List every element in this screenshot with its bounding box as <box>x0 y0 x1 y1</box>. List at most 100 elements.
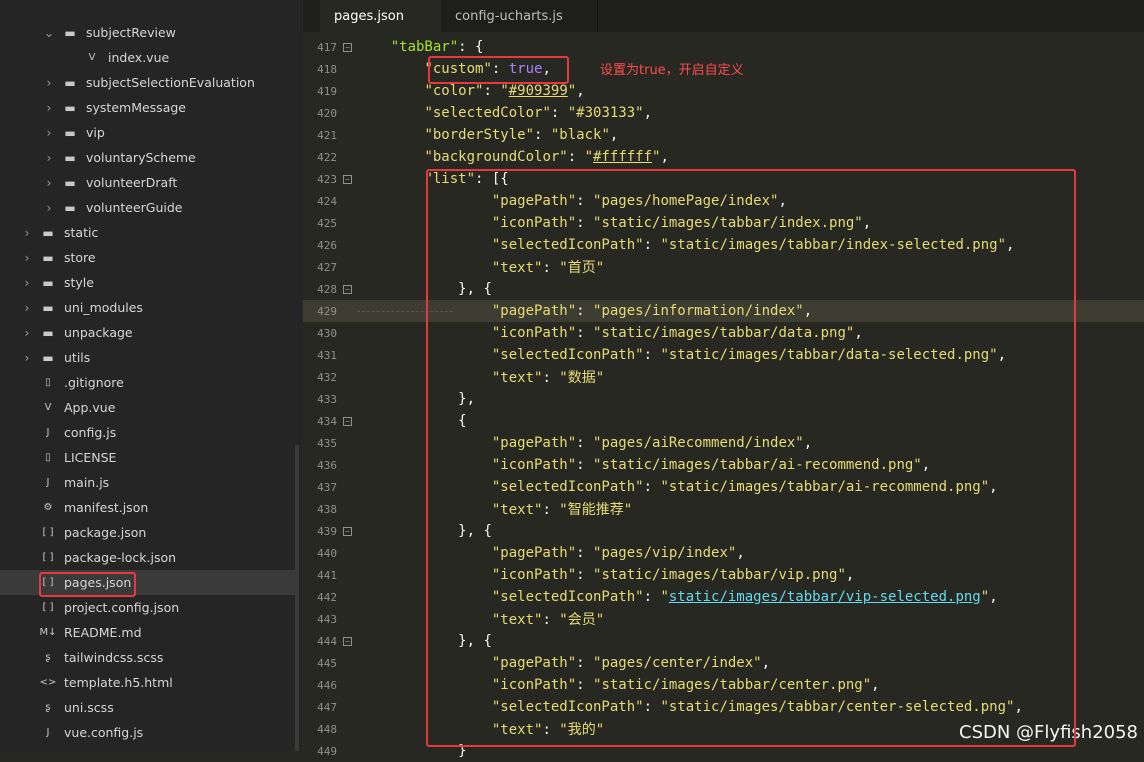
chevron-icon[interactable]: › <box>20 300 34 315</box>
code-line[interactable]: 433 }, <box>303 388 1144 410</box>
code-editor[interactable]: pages.json config-ucharts.js 417− "tabBar… <box>303 0 1144 759</box>
code-line[interactable]: 443 "text": "会员" <box>303 608 1144 630</box>
tree-item[interactable]: Jvue.config.js <box>0 720 295 745</box>
chevron-icon[interactable]: › <box>42 150 56 165</box>
chevron-icon[interactable]: › <box>20 325 34 340</box>
tree-item[interactable]: › ▬ static <box>0 220 295 245</box>
tree-item[interactable]: › ▬ unpackage <box>0 320 295 345</box>
tree-item-label: utils <box>64 350 91 365</box>
code-line[interactable]: 417− "tabBar": { <box>303 36 1144 58</box>
line-number: 435 <box>317 436 337 450</box>
tree-item[interactable]: ʂ uni.scss <box>0 695 295 720</box>
code-line[interactable]: 421 "borderStyle": "black", <box>303 124 1144 146</box>
code-line[interactable]: 423− "list": [{ <box>303 168 1144 190</box>
code-line[interactable]: 436 "iconPath": "static/images/tabbar/ai… <box>303 454 1144 476</box>
tree-item[interactable]: › ▬ voluntaryScheme <box>0 145 295 170</box>
chevron-icon[interactable]: › <box>42 100 56 115</box>
tree-item[interactable]: <> template.h5.html <box>0 670 295 695</box>
code-text: "iconPath": "static/images/tabbar/center… <box>491 677 880 693</box>
tab-config-ucharts-js[interactable]: config-ucharts.js <box>441 0 598 32</box>
fold-toggle-icon[interactable]: − <box>343 636 352 646</box>
code-line[interactable]: 428− }, { <box>303 278 1144 300</box>
tree-item[interactable]: Jmain.js <box>0 470 295 495</box>
code-line[interactable]: 424 "pagePath": "pages/homePage/index", <box>303 190 1144 212</box>
code-line[interactable]: 437 "selectedIconPath": "static/images/t… <box>303 476 1144 498</box>
tree-item[interactable]: [ ] package.json <box>0 520 295 545</box>
fold-toggle-icon[interactable]: − <box>343 526 352 536</box>
tree-item[interactable]: Jconfig.js <box>0 420 295 445</box>
code-line[interactable]: 439− }, { <box>303 520 1144 542</box>
code-line[interactable]: 419 "color": "#909399", <box>303 80 1144 102</box>
folder-icon: ▬ <box>42 225 54 240</box>
chevron-icon[interactable]: › <box>42 200 56 215</box>
code-area[interactable]: 417− "tabBar": {418 "custom": true, 419 "… <box>303 36 1144 759</box>
code-line[interactable]: 440 "pagePath": "pages/vip/index", <box>303 542 1144 564</box>
tree-item[interactable]: › ▬ style <box>0 270 295 295</box>
tree-item[interactable]: ⚙ manifest.json <box>0 495 295 520</box>
code-line[interactable]: 446 "iconPath": "static/images/tabbar/ce… <box>303 674 1144 696</box>
tree-item[interactable]: › ▬ utils <box>0 345 295 370</box>
line-number: 428 <box>317 282 337 296</box>
line-number: 423 <box>317 172 337 186</box>
fold-toggle-icon[interactable]: − <box>343 284 352 294</box>
tree-item[interactable]: [ ] project.config.json <box>0 595 295 620</box>
code-line[interactable]: 432 "text": "数据" <box>303 366 1144 388</box>
line-number: 424 <box>317 194 337 208</box>
code-line[interactable]: 442 "selectedIconPath": "static/images/t… <box>303 586 1144 608</box>
chevron-icon[interactable]: › <box>42 125 56 140</box>
tree-item[interactable]: › ▬ volunteerGuide <box>0 195 295 220</box>
code-text: "selectedIconPath": "static/images/tabba… <box>491 479 998 495</box>
code-line[interactable]: 445 "pagePath": "pages/center/index", <box>303 652 1144 674</box>
tree-item[interactable]: › ▬ vip <box>0 120 295 145</box>
chevron-icon[interactable]: › <box>42 175 56 190</box>
tree-item[interactable]: ▯ LICENSE <box>0 445 295 470</box>
code-line[interactable]: 449 } <box>303 740 1144 762</box>
code-line[interactable]: 430 "iconPath": "static/images/tabbar/da… <box>303 322 1144 344</box>
tree-item[interactable]: › ▬ store <box>0 245 295 270</box>
fold-toggle-icon[interactable]: − <box>343 416 352 426</box>
tree-item[interactable]: › ▬ volunteerDraft <box>0 170 295 195</box>
line-number: 417 <box>317 40 337 54</box>
tree-item[interactable]: ʂ tailwindcss.scss <box>0 645 295 670</box>
tree-item[interactable]: ▯ .gitignore <box>0 370 295 395</box>
code-line[interactable]: 435 "pagePath": "pages/aiRecommend/index… <box>303 432 1144 454</box>
line-number: 434 <box>317 414 337 428</box>
code-text: "custom": true, <box>424 61 551 77</box>
code-line[interactable]: 426 "selectedIconPath": "static/images/t… <box>303 234 1144 256</box>
code-line[interactable]: 429 "pagePath": "pages/information/index… <box>303 300 1144 322</box>
tree-item[interactable]: [ ] package-lock.json <box>0 545 295 570</box>
code-line[interactable]: 447 "selectedIconPath": "static/images/t… <box>303 696 1144 718</box>
code-line[interactable]: 422 "backgroundColor": "#ffffff", <box>303 146 1144 168</box>
chevron-icon[interactable]: › <box>42 75 56 90</box>
code-line[interactable]: 434− { <box>303 410 1144 432</box>
code-line[interactable]: 431 "selectedIconPath": "static/images/t… <box>303 344 1144 366</box>
fold-toggle-icon[interactable]: − <box>343 174 352 184</box>
code-line[interactable]: 441 "iconPath": "static/images/tabbar/vi… <box>303 564 1144 586</box>
sidebar-scrollbar[interactable] <box>295 445 299 751</box>
tree-item[interactable]: › ▬ systemMessage <box>0 95 295 120</box>
chevron-icon[interactable]: › <box>20 275 34 290</box>
chevron-icon[interactable]: › <box>20 225 34 240</box>
tree-item[interactable]: V App.vue <box>0 395 295 420</box>
code-text: "text": "数据" <box>491 370 605 386</box>
fold-toggle-icon[interactable]: − <box>343 42 352 52</box>
code-line[interactable]: 420 "selectedColor": "#303133", <box>303 102 1144 124</box>
tree-item[interactable]: Vindex.vue <box>0 45 295 70</box>
code-line[interactable]: 444− }, { <box>303 630 1144 652</box>
tree-item-label: volunteerDraft <box>86 175 178 190</box>
chevron-icon[interactable]: › <box>20 350 34 365</box>
chevron-icon[interactable]: ⌄ <box>42 25 56 40</box>
folder-icon: ▬ <box>64 75 76 90</box>
code-line[interactable]: 425 "iconPath": "static/images/tabbar/in… <box>303 212 1144 234</box>
code-line[interactable]: 427 "text": "首页" <box>303 256 1144 278</box>
chevron-icon[interactable]: › <box>20 250 34 265</box>
folder-icon: ▬ <box>42 275 54 290</box>
tree-item-label: LICENSE <box>64 450 117 465</box>
tab-pages-json[interactable]: pages.json <box>320 0 454 32</box>
code-line[interactable]: 438 "text": "智能推荐" <box>303 498 1144 520</box>
tree-item[interactable]: › ▬ subjectSelectionEvaluation <box>0 70 295 95</box>
code-text: "iconPath": "static/images/tabbar/index.… <box>491 215 872 231</box>
tree-item[interactable]: › ▬ uni_modules <box>0 295 295 320</box>
tree-item[interactable]: M↓ README.md <box>0 620 295 645</box>
tree-item[interactable]: ⌄ ▬ subjectReview <box>0 20 295 45</box>
